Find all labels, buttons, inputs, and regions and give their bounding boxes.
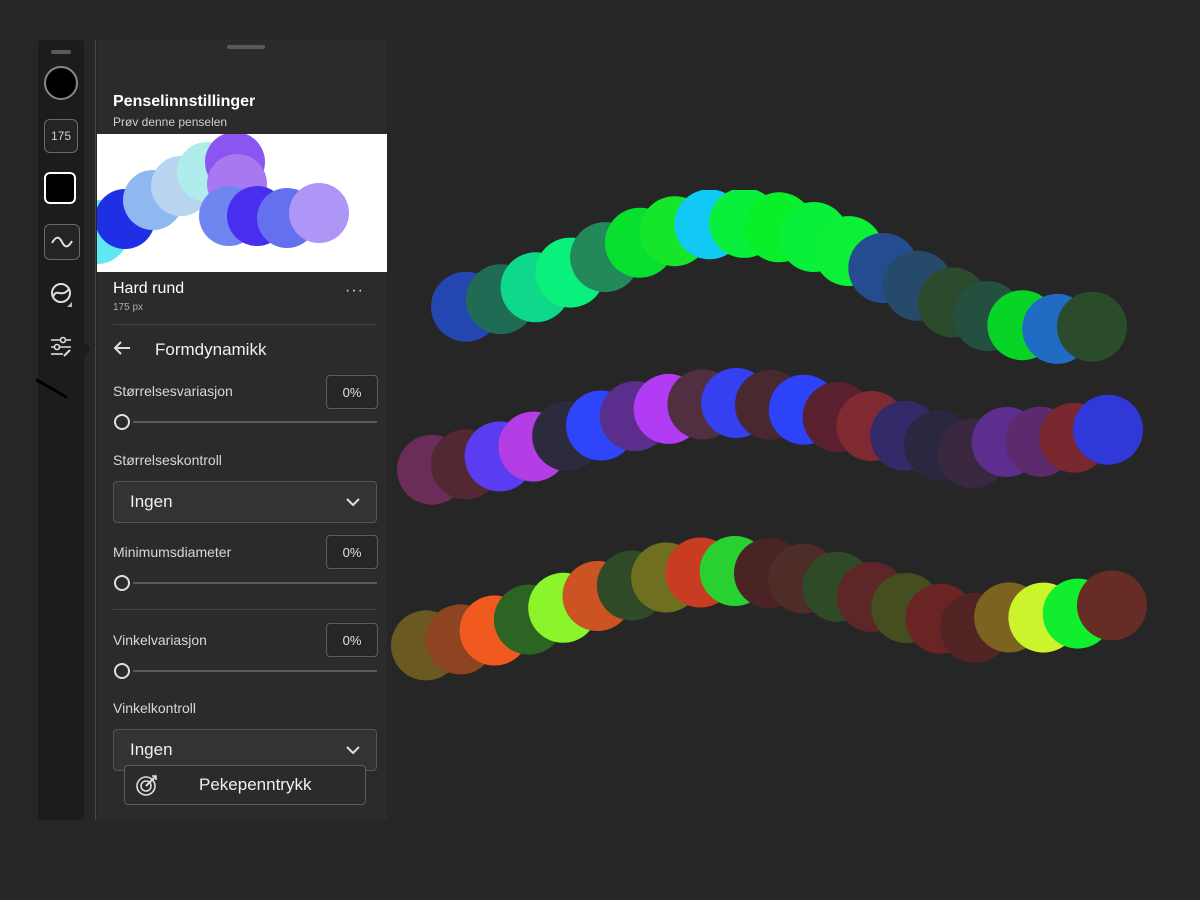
brush-name: Hard rund [113,280,185,297]
brush-preview-strokes [97,134,349,264]
panel-title: Penselinnstillinger [113,93,256,110]
size-variation-knob[interactable] [114,414,130,430]
rail-pointer [82,340,91,358]
stylus-pressure-label: Pekepenntrykk [199,775,312,794]
chevron-down-icon [346,498,360,506]
drawing-canvas[interactable] [390,187,1170,710]
size-control-value: Ingen [130,492,173,511]
angle-variation-label: Vinkelvariasjon [113,632,207,648]
canvas-strokes [391,187,1147,681]
size-variation-field[interactable]: 0% [326,375,378,409]
stylus-pressure-icon [136,775,157,796]
brush-size-label: 175 px [113,302,144,313]
min-diameter-knob[interactable] [114,575,130,591]
brush-dab [1073,394,1143,465]
brush-dab [1077,570,1147,641]
panel-divider [95,40,96,820]
brush-preview[interactable] [97,134,387,272]
panel-subtitle: Prøv denne penselen [113,115,228,129]
preview-dab [289,183,349,243]
arrow-left-icon [113,340,137,361]
size-control-label: Størrelseskontroll [113,452,222,468]
divider [113,324,377,325]
min-diameter-label: Minimumsdiameter [113,544,232,560]
size-variation-slider[interactable] [133,421,377,423]
opacity-swatch[interactable] [44,172,76,204]
angle-control-value: Ingen [130,740,173,759]
angle-variation-slider[interactable] [133,670,377,672]
brush-settings-panel: Penselinnstillinger Prøv denne penselen … [97,40,387,820]
stylus-pressure-button[interactable]: Pekepenntrykk [124,765,366,805]
more-options-button[interactable]: ··· [345,282,364,300]
color-swatch[interactable] [44,66,78,100]
size-control-dropdown[interactable]: Ingen [113,481,377,523]
wave-icon [51,236,73,248]
panel-drag-handle[interactable] [227,45,265,49]
chevron-down-icon [346,746,360,754]
angle-variation-field[interactable]: 0% [326,623,378,657]
pressure-button[interactable] [44,276,78,310]
min-diameter-field[interactable]: 0% [326,535,378,569]
brush-dab [1057,291,1127,362]
smoothing-button[interactable] [44,224,80,260]
size-variation-label: Størrelsesvariasjon [113,383,233,399]
angle-variation-knob[interactable] [114,663,130,679]
angle-control-label: Vinkelkontroll [113,700,197,716]
rail-grip[interactable] [51,50,71,54]
section-title: Formdynamikk [155,340,267,359]
sliders-icon [51,336,71,357]
tool-rail: 175 [38,40,91,820]
brush-size-button[interactable]: 175 [44,119,78,153]
back-button[interactable]: Formdynamikk [113,338,266,362]
divider [113,609,377,610]
submenu-indicator-icon [67,302,72,307]
brush-settings-button[interactable] [44,330,78,364]
min-diameter-slider[interactable] [133,582,377,584]
